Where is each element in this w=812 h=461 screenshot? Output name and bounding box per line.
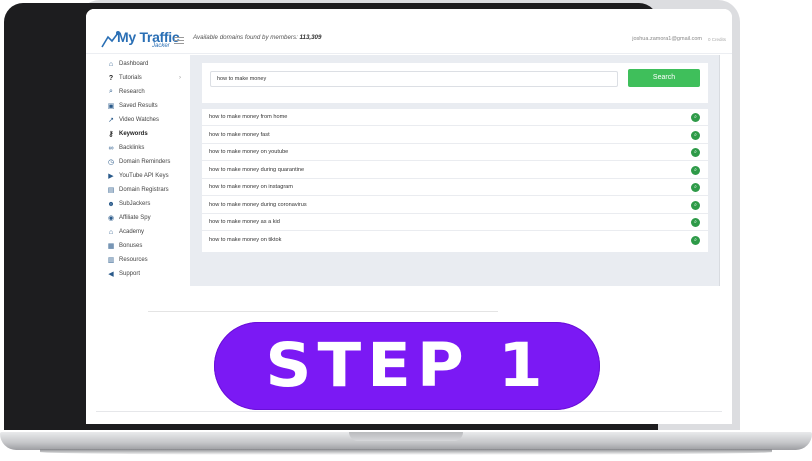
sidebar-item-label: Resources (119, 257, 148, 263)
sidebar-item-keywords[interactable]: ⚷ Keywords (107, 128, 187, 140)
sidebar-item-label: Research (119, 89, 145, 95)
search-icon[interactable]: ⌕ (691, 130, 700, 140)
domains-found-count: 113,309 (299, 34, 322, 41)
sidebar-item-video-watches[interactable]: ↗ Video Watches (107, 114, 187, 126)
sidebar-item-subjackers[interactable]: ☻ SubJackers (107, 198, 187, 210)
sidebar-item-domain-reminders[interactable]: ◷ Domain Reminders (107, 156, 187, 168)
sidebar-item-label: YouTube API Keys (119, 173, 169, 179)
spy-icon: ◉ (107, 215, 115, 222)
save-icon: ▣ (107, 103, 115, 110)
keyword-text: how to make money during quarantine (209, 166, 305, 173)
gift-icon: ▦ (107, 243, 115, 250)
sidebar-item-label: Video Watches (119, 117, 160, 123)
search-icon[interactable]: ⌕ (691, 235, 700, 245)
credits-count: 0 Credits (707, 37, 726, 42)
sidebar-item-label: Dashboard (119, 61, 149, 67)
screen-bottom-divider (96, 411, 722, 412)
list-item[interactable]: how to make money on instagram ⌕ (202, 179, 708, 196)
server-icon: ▤ (107, 187, 115, 194)
sidebar-item-support[interactable]: ◀ Support (107, 268, 187, 280)
logo-text: My Traffic (117, 29, 180, 45)
sidebar-item-backlinks[interactable]: ∞ Backlinks (107, 142, 187, 154)
list-item[interactable]: how to make money on youtube ⌕ (202, 144, 708, 161)
domains-found-info: Available domains found by members: 113,… (193, 34, 321, 41)
search-card: Search (202, 63, 708, 103)
sidebar-item-research[interactable]: ⌕ Research (107, 86, 187, 98)
home-icon: ⌂ (108, 60, 114, 68)
list-item[interactable]: how to make money from home ⌕ (202, 109, 708, 126)
list-item[interactable]: how to make money during coronavirus ⌕ (202, 197, 708, 214)
keyword-text: how to make money on tiktok (209, 236, 282, 243)
sidebar-item-label: SubJackers (119, 201, 151, 207)
sidebar-item-affiliate-spy[interactable]: ◉ Affiliate Spy (107, 212, 187, 224)
sidebar-item-label: Tutorials (119, 75, 142, 81)
sidebar-item-academy[interactable]: ⌂ Academy (107, 226, 187, 238)
sidebar-item-label: Bonuses (119, 243, 143, 249)
users-icon: ☻ (107, 200, 115, 208)
search-icon[interactable]: ⌕ (691, 183, 700, 192)
step-badge-text: STEP 1 (265, 330, 549, 402)
sidebar-item-label: Domain Registrars (119, 187, 169, 193)
search-input[interactable] (210, 71, 618, 87)
list-item[interactable]: how to make money fast ⌕ (202, 127, 708, 144)
sidebar-item-resources[interactable]: ▥ Resources (107, 254, 187, 266)
search-icon[interactable]: ⌕ (691, 200, 700, 210)
results-list: how to make money from home ⌕ how to make… (202, 109, 708, 252)
chart-icon: ↗ (108, 117, 114, 124)
book-icon: ▥ (107, 257, 115, 264)
search-icon: ⌕ (109, 88, 113, 95)
user-email[interactable]: joshua.zamora1@gmail.com (632, 36, 702, 42)
keyword-text: how to make money on instagram (209, 184, 293, 190)
youtube-icon: ▶ (108, 173, 114, 180)
sidebar-item-label: Keywords (119, 131, 148, 137)
search-icon[interactable]: ⌕ (691, 148, 700, 157)
clock-icon: ◷ (107, 159, 115, 166)
link-icon: ∞ (108, 144, 114, 152)
keyword-text: how to make money during coronavirus (209, 201, 307, 208)
sidebar-item-youtube-api-keys[interactable]: ▶ YouTube API Keys (107, 170, 187, 182)
menu-toggle-icon[interactable] (174, 37, 184, 44)
sidebar-item-label: Affiliate Spy (119, 215, 151, 221)
chevron-right-icon: › (179, 75, 181, 81)
key-icon: ⚷ (108, 131, 114, 138)
sidebar-item-label: Domain Reminders (119, 159, 171, 165)
sidebar-item-saved-results[interactable]: ▣ Saved Results (107, 100, 187, 112)
laptop-shadow (40, 449, 772, 455)
main-content: Search how to make money from home ⌕ how … (190, 55, 720, 286)
sidebar-item-dashboard[interactable]: ⌂ Dashboard (107, 58, 187, 70)
search-icon[interactable]: ⌕ (691, 113, 700, 122)
sidebar: ⌂ Dashboard ? Tutorials › ⌕ Research ▣ Saved … (86, 55, 190, 290)
question-icon: ? (108, 74, 114, 82)
sidebar-item-label: Saved Results (119, 103, 158, 109)
search-button[interactable]: Search (628, 69, 700, 87)
app-header: My Traffic Jacker Available domains foun… (86, 9, 732, 54)
laptop-mockup: My Traffic Jacker Available domains foun… (0, 0, 812, 461)
logo-subtext: Jacker (152, 43, 170, 49)
search-icon[interactable]: ⌕ (691, 165, 700, 175)
laptop-notch (349, 432, 463, 441)
sidebar-item-label: Backlinks (119, 145, 145, 151)
sidebar-item-label: Support (119, 271, 141, 277)
keyword-text: how to make money fast (209, 131, 270, 138)
list-item[interactable]: how to make money during quarantine ⌕ (202, 162, 708, 179)
keyword-text: how to make money from home (209, 114, 288, 120)
search-icon[interactable]: ⌕ (691, 218, 700, 227)
keyword-text: how to make money on youtube (209, 149, 289, 155)
sidebar-item-bonuses[interactable]: ▦ Bonuses (107, 240, 187, 252)
megaphone-icon: ◀ (108, 271, 114, 278)
sidebar-item-domain-registrars[interactable]: ▤ Domain Registrars (107, 184, 187, 196)
keyword-text: how to make money as a kid (209, 219, 280, 225)
list-item[interactable]: how to make money as a kid ⌕ (202, 214, 708, 231)
list-item[interactable]: how to make money on tiktok ⌕ (202, 232, 708, 249)
graduation-icon: ⌂ (108, 228, 114, 236)
sidebar-item-label: Academy (119, 229, 145, 235)
sidebar-item-tutorials[interactable]: ? Tutorials › (107, 72, 187, 84)
badge-divider (148, 311, 498, 312)
domains-found-label: Available domains found by members: (193, 34, 298, 41)
step-badge: STEP 1 (214, 322, 600, 410)
